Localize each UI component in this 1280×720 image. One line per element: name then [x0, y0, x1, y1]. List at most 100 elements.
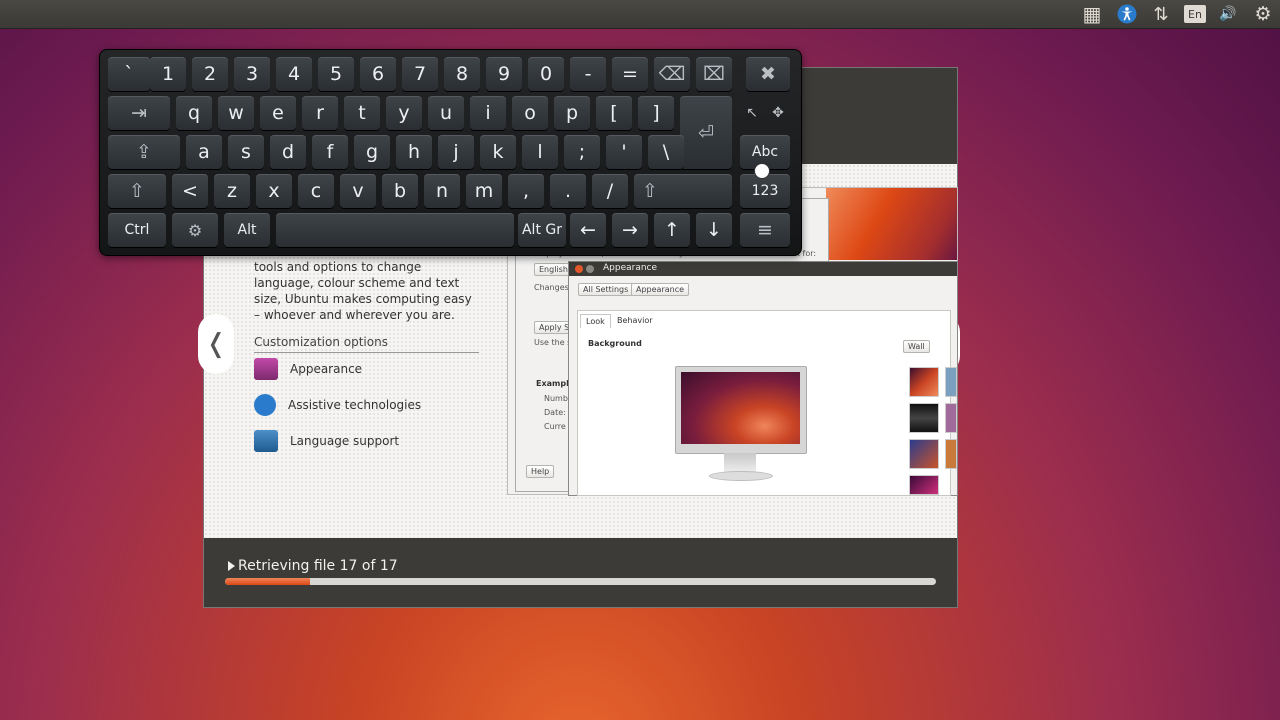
key-p[interactable]: p [554, 96, 590, 130]
volume-icon[interactable]: 🔊 [1216, 3, 1240, 25]
key-a[interactable]: a [186, 135, 222, 169]
installer-footer: Retrieving file 17 of 17 [204, 538, 957, 607]
onscreen-keyboard: ` 1 2 3 4 5 6 7 8 9 0 - = ⌫ ⌧ ✖ ⇥ q w e … [99, 49, 802, 256]
option-label: Appearance [290, 362, 363, 376]
key-n[interactable]: n [424, 174, 460, 208]
move-icon[interactable]: ✥ [766, 96, 790, 130]
right-shift-icon[interactable]: ⇧ [634, 174, 732, 208]
key-g[interactable]: g [354, 135, 390, 169]
progress-status-text[interactable]: Retrieving file 17 of 17 [238, 558, 398, 574]
left-arrow-key[interactable]: ← [570, 213, 606, 247]
language-support-icon [254, 430, 278, 452]
ctrl-key[interactable]: Ctrl [108, 213, 166, 247]
pointer-icon[interactable]: ↖ [740, 96, 764, 130]
key-period[interactable]: . [550, 174, 586, 208]
key-3[interactable]: 3 [234, 57, 270, 91]
key-backslash[interactable]: \ [648, 135, 684, 169]
key-j[interactable]: j [438, 135, 474, 169]
monitor-stand [724, 453, 756, 473]
customization-options-heading: Customization options [254, 335, 479, 353]
example-heading: Exampl [536, 379, 569, 388]
key-2[interactable]: 2 [192, 57, 228, 91]
key-less-than[interactable]: < [172, 174, 208, 208]
appearance-title: Appearance [603, 263, 658, 273]
delete-icon[interactable]: ⌧ [696, 57, 732, 91]
key-f[interactable]: f [312, 135, 348, 169]
key-b[interactable]: b [382, 174, 418, 208]
key-u[interactable]: u [428, 96, 464, 130]
enter-key-icon[interactable]: ⏎ [680, 96, 732, 169]
key-y[interactable]: y [386, 96, 422, 130]
session-gear-icon[interactable]: ⚙ [1251, 3, 1275, 25]
caps-lock-icon[interactable]: ⇪ [108, 135, 180, 169]
space-bar[interactable] [276, 213, 514, 247]
menu-key-icon[interactable]: ≡ [740, 213, 790, 247]
right-arrow-key[interactable]: → [612, 213, 648, 247]
key-right-bracket[interactable]: ] [638, 96, 674, 130]
key-q[interactable]: q [176, 96, 212, 130]
network-icon[interactable]: ⇅ [1150, 3, 1172, 25]
key-7[interactable]: 7 [402, 57, 438, 91]
wallpaper-preview [681, 372, 800, 444]
previous-slide-button[interactable]: ❬ [198, 314, 234, 374]
key-h[interactable]: h [396, 135, 432, 169]
down-arrow-key[interactable]: ↓ [696, 213, 732, 247]
key-8[interactable]: 8 [444, 57, 480, 91]
key-x[interactable]: x [256, 174, 292, 208]
option-label: Assistive technologies [288, 398, 422, 412]
alt-key[interactable]: Alt [224, 213, 270, 247]
alt-gr-key[interactable]: Alt Gr [518, 213, 566, 247]
key-equals[interactable]: = [612, 57, 648, 91]
backspace-icon[interactable]: ⌫ [654, 57, 690, 91]
key-5[interactable]: 5 [318, 57, 354, 91]
key-o[interactable]: o [512, 96, 548, 130]
close-keyboard-icon[interactable]: ✖ [746, 57, 790, 91]
key-e[interactable]: e [260, 96, 296, 130]
option-appearance: Appearance [254, 357, 362, 381]
left-shift-icon[interactable]: ⇧ [108, 174, 166, 208]
background-label: Background [588, 339, 642, 348]
tab-key-icon[interactable]: ⇥ [108, 96, 170, 130]
workspace-switcher-icon[interactable]: ▦ [1081, 2, 1103, 26]
key-w[interactable]: w [218, 96, 254, 130]
expand-triangle-icon[interactable] [228, 561, 235, 571]
key-backtick[interactable]: ` [108, 57, 150, 91]
appearance-icon [254, 358, 278, 380]
key-r[interactable]: r [302, 96, 338, 130]
key-v[interactable]: v [340, 174, 376, 208]
accessibility-icon-glyph [1117, 4, 1137, 24]
key-slash[interactable]: / [592, 174, 628, 208]
key-m[interactable]: m [466, 174, 502, 208]
monitor-base [709, 471, 773, 481]
key-left-bracket[interactable]: [ [596, 96, 632, 130]
key-apostrophe[interactable]: ' [606, 135, 642, 169]
key-t[interactable]: t [344, 96, 380, 130]
appearance-breadcrumb: Appearance [631, 283, 690, 296]
numbers-layout-key[interactable]: 123 [740, 174, 790, 208]
close-icon [575, 265, 583, 273]
option-assistive-technologies: Assistive technologies [254, 393, 421, 417]
key-l[interactable]: l [522, 135, 558, 169]
progress-bar [225, 578, 936, 585]
accessibility-icon[interactable] [1116, 3, 1138, 25]
key-comma[interactable]: , [508, 174, 544, 208]
keyboard-layout-indicator[interactable]: En [1184, 5, 1206, 23]
key-s[interactable]: s [228, 135, 264, 169]
key-1[interactable]: 1 [150, 57, 186, 91]
key-semicolon[interactable]: ; [564, 135, 600, 169]
key-k[interactable]: k [480, 135, 516, 169]
ubuntu-logo-key-icon[interactable]: ⚙ [172, 213, 218, 247]
key-4[interactable]: 4 [276, 57, 312, 91]
key-d[interactable]: d [270, 135, 306, 169]
key-9[interactable]: 9 [486, 57, 522, 91]
key-z[interactable]: z [214, 174, 250, 208]
key-c[interactable]: c [298, 174, 334, 208]
key-minus[interactable]: - [570, 57, 606, 91]
wallpaper-thumb [909, 475, 939, 495]
key-i[interactable]: i [470, 96, 506, 130]
slide-intro-text: tools and options to change language, co… [254, 260, 472, 322]
help-button: Help [526, 465, 555, 478]
key-0[interactable]: 0 [528, 57, 564, 91]
up-arrow-key[interactable]: ↑ [654, 213, 690, 247]
key-6[interactable]: 6 [360, 57, 396, 91]
